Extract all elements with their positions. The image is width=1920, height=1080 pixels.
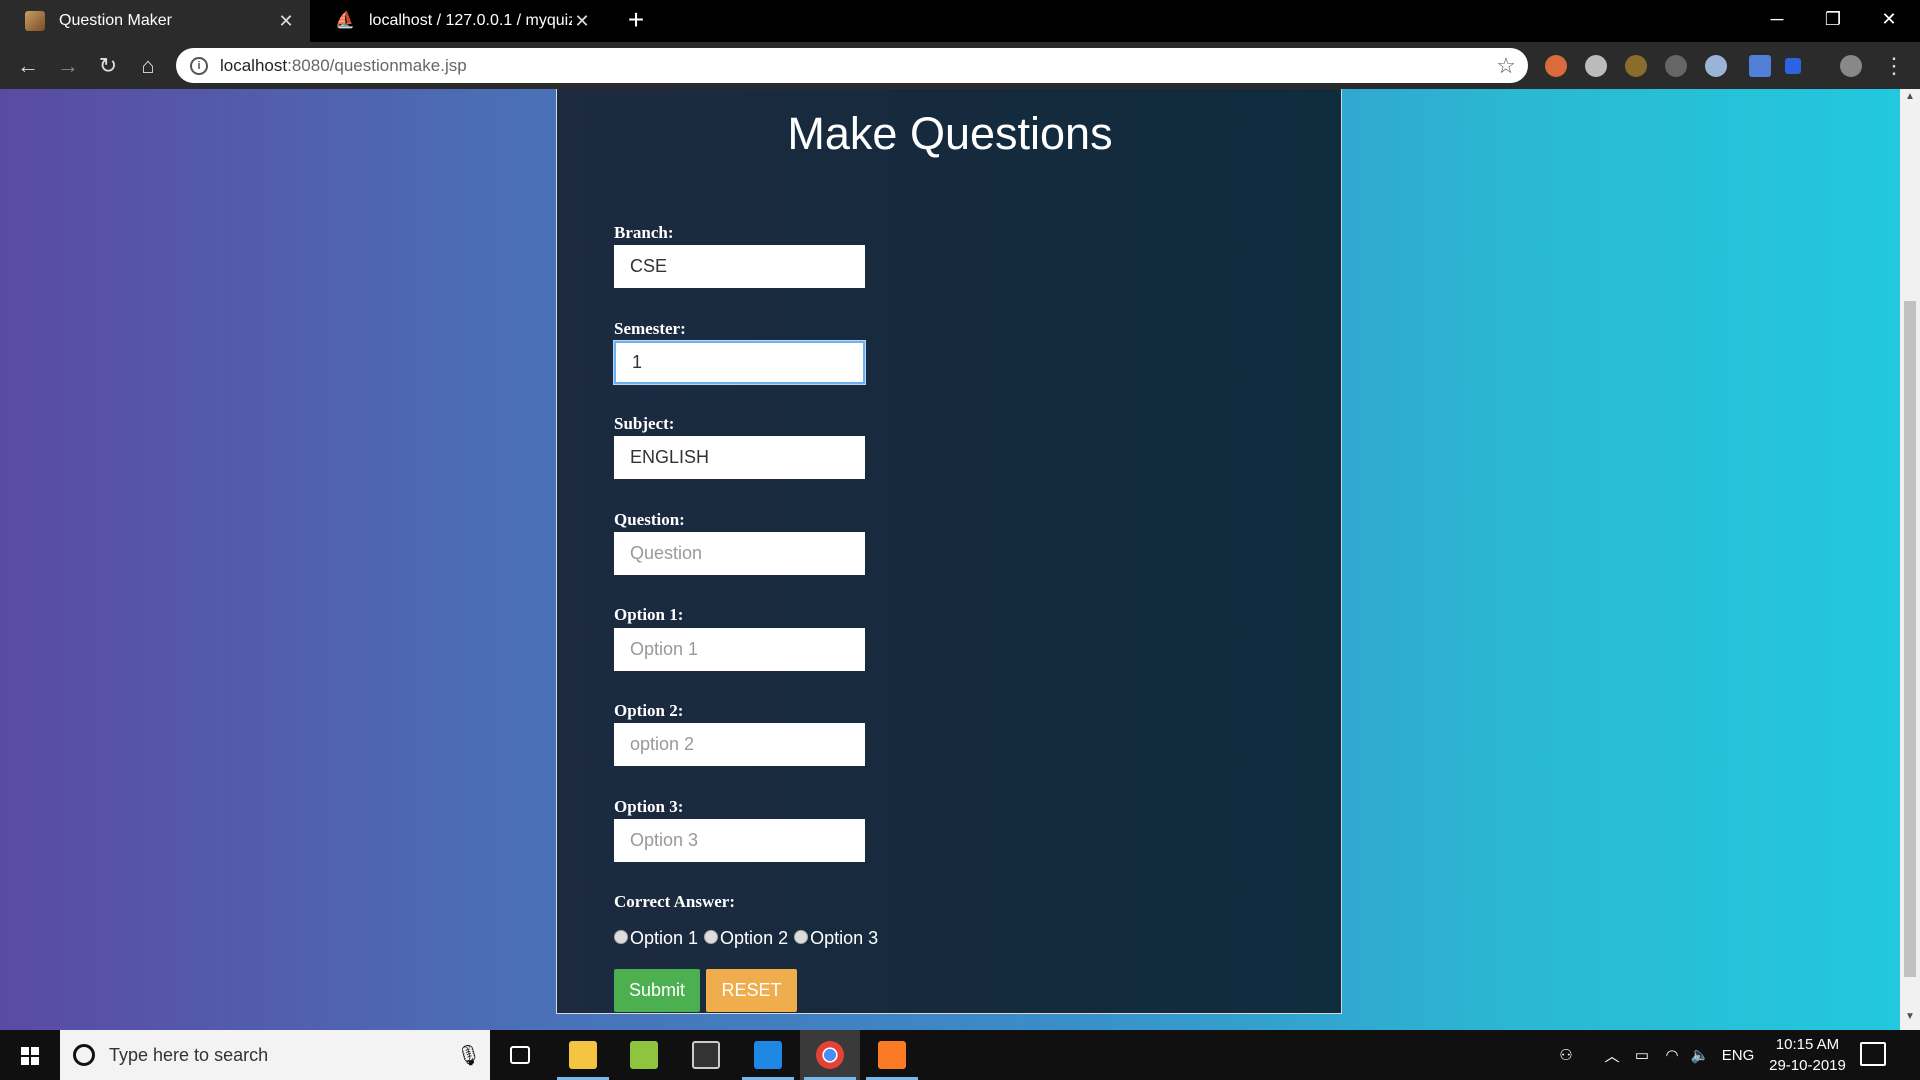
xampp-icon [878,1041,906,1069]
subject-label: Subject: [614,414,675,433]
correct-option2-radio[interactable] [704,930,719,944]
xampp-button[interactable] [862,1030,922,1080]
close-tab-icon[interactable]: ✕ [572,11,592,32]
battery-icon[interactable]: ▭ [1628,1030,1656,1080]
subject-field[interactable] [614,436,865,479]
cortana-icon [73,1044,95,1066]
option2-label: Option 2: [614,701,684,720]
browser-menu-icon[interactable]: ⋮ [1878,50,1910,82]
tab-phpmyadmin[interactable]: ⛵ localhost / 127.0.0.1 / myquiz / u ✕ [310,0,606,42]
extension-icon[interactable] [1749,55,1771,77]
terminal-icon [692,1041,720,1069]
extension-icon[interactable] [1545,55,1567,77]
close-window-button[interactable]: ✕ [1861,0,1917,42]
profile-avatar[interactable] [1840,55,1862,77]
reload-button[interactable]: ↻ [92,50,124,82]
terminal-button[interactable] [676,1030,736,1080]
start-button[interactable] [0,1030,60,1080]
show-hidden-icons-chevron-up-icon[interactable]: ︿ [1598,1030,1626,1080]
correct-option3-radio[interactable] [794,930,809,944]
extension-icon[interactable] [1665,55,1687,77]
chrome-icon [816,1041,844,1069]
bookmark-star-icon[interactable]: ☆ [1494,53,1518,79]
close-tab-icon[interactable]: ✕ [276,11,296,32]
home-button[interactable]: ⌂ [132,50,164,82]
branch-field[interactable] [614,245,865,288]
people-icon[interactable]: ⚇ [1550,1030,1582,1080]
task-view-button[interactable] [490,1030,550,1080]
system-clock[interactable]: 10:15 AM 29-10-2019 [1760,1034,1855,1076]
semester-field[interactable] [614,341,865,384]
option1-label: Option 1: [614,605,684,624]
vscode-icon [754,1041,782,1069]
folder-icon [569,1041,597,1069]
question-field[interactable] [614,532,865,575]
task-view-icon [510,1046,530,1064]
notepad-icon [630,1041,658,1069]
microphone-icon[interactable]: 🎙 [456,1043,481,1068]
browser-tab-bar: Question Maker ✕ ⛵ localhost / 127.0.0.1… [0,0,1920,42]
new-tab-button[interactable]: + [620,6,652,36]
chrome-button[interactable] [800,1030,860,1080]
file-explorer-button[interactable] [553,1030,613,1080]
reset-button[interactable]: RESET [706,969,797,1012]
scrollbar-thumb[interactable] [1904,301,1916,977]
url-text[interactable]: localhost:8080/questionmake.jsp [220,56,1494,76]
extension-icon[interactable] [1785,58,1801,74]
tab-title: localhost / 127.0.0.1 / myquiz / u [369,12,572,29]
page-title: Make Questions [787,108,1113,159]
extension-icon[interactable] [1705,55,1727,77]
radio-label: Option 2 [720,928,789,948]
browser-toolbar: ← → ↻ ⌂ i localhost:8080/questionmake.js… [0,42,1920,89]
option3-label: Option 3: [614,797,684,816]
branch-label: Branch: [614,223,674,242]
clock-time: 10:15 AM [1775,1036,1840,1053]
correct-option1-radio[interactable] [614,930,628,944]
option2-field[interactable] [614,723,865,766]
minimize-button[interactable]: ─ [1749,0,1805,42]
tab-question-maker[interactable]: Question Maker ✕ [0,0,310,42]
scroll-up-arrow-icon[interactable]: ▲ [1900,91,1920,107]
volume-icon[interactable]: 🔈 [1686,1030,1714,1080]
correct-answer-label: Correct Answer: [614,892,736,911]
page-viewport: Make Questions Branch: Semester: Subject… [0,89,1900,1030]
windows-taskbar: Type here to search 🎙 ⚇ ︿ ▭ ◠ 🔈 ENG 10:1… [0,1030,1920,1080]
search-placeholder: Type here to search [109,1044,269,1065]
question-label: Question: [614,510,685,529]
clock-date: 29-10-2019 [1769,1057,1846,1074]
semester-label: Semester: [614,319,686,338]
notepad-plus-button[interactable] [614,1030,674,1080]
phpmyadmin-favicon-icon: ⛵ [335,12,355,29]
correct-answer-radio-group: Option 1 Option 2 Option 3 [614,928,884,949]
language-indicator[interactable]: ENG [1718,1030,1758,1080]
submit-button[interactable]: Submit [614,969,700,1012]
question-form-card: Make Questions Branch: Semester: Subject… [556,89,1342,1014]
wifi-icon[interactable]: ◠ [1658,1030,1686,1080]
restore-button[interactable]: ❐ [1805,0,1861,42]
extension-icon[interactable] [1625,55,1647,77]
tab-title: Question Maker [59,12,172,29]
back-button[interactable]: ← [12,50,44,82]
scroll-down-arrow-icon[interactable]: ▼ [1900,1011,1920,1027]
site-info-icon[interactable]: i [190,56,208,75]
option1-field[interactable] [614,628,865,671]
action-center-icon[interactable] [1860,1042,1886,1066]
gear-extension-icon[interactable] [1585,55,1607,77]
address-bar[interactable]: i localhost:8080/questionmake.jsp ☆ [176,48,1528,83]
windows-logo-icon [21,1047,39,1065]
radio-label: Option 1 [630,928,699,948]
vscode-button[interactable] [738,1030,798,1080]
question-maker-favicon-icon [25,11,45,31]
option3-field[interactable] [614,819,865,862]
taskbar-search[interactable]: Type here to search 🎙 [60,1030,490,1080]
forward-button[interactable]: → [52,50,84,82]
radio-label: Option 3 [810,928,879,948]
vertical-scrollbar[interactable]: ▲ ▼ [1900,89,1920,1030]
